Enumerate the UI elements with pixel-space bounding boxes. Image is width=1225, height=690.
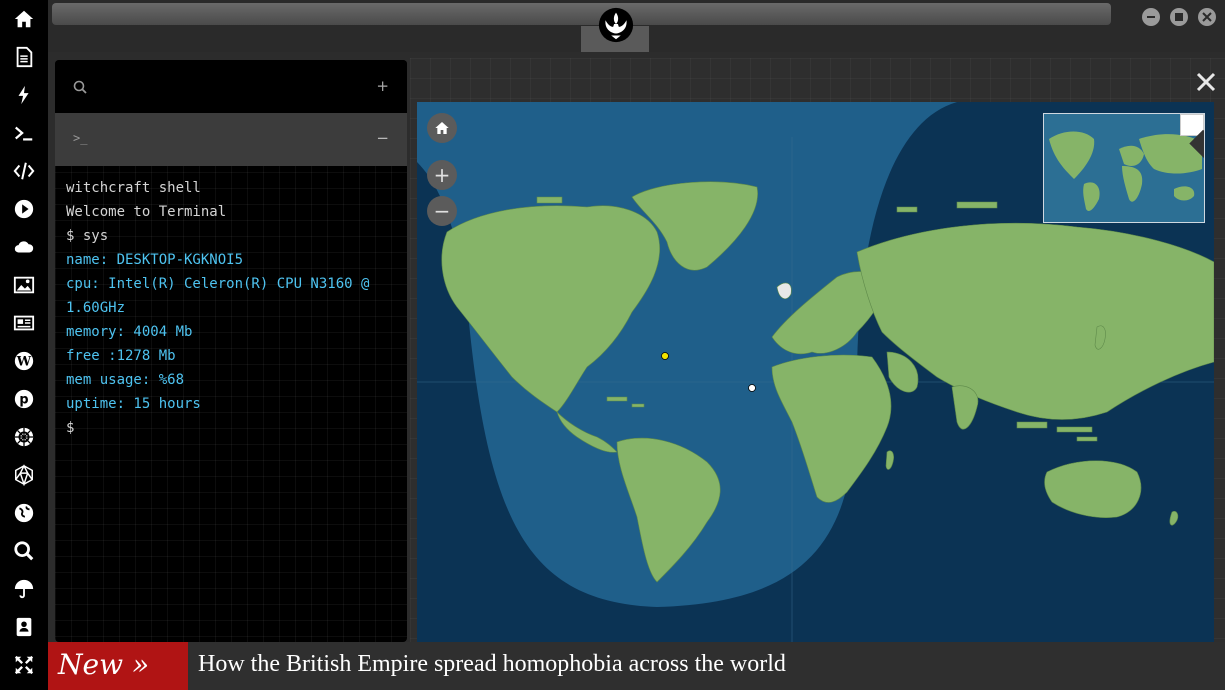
dock-item-home[interactable] [0, 0, 48, 38]
logo-tab[interactable] [581, 0, 649, 52]
expand-icon [14, 655, 34, 675]
close-icon [1202, 12, 1212, 22]
zoom-out-button[interactable]: − [427, 196, 457, 226]
terminal-icon [15, 126, 33, 141]
maximize-button[interactable] [1170, 8, 1188, 26]
terminal-line: $ sys [66, 228, 109, 244]
terminal-line: free :1278 Mb [66, 348, 176, 364]
dock-item-play[interactable] [0, 190, 48, 228]
pinterest-icon: p [14, 389, 34, 409]
dock-item-wordpress[interactable]: W [0, 342, 48, 380]
dock-item-cloud[interactable] [0, 228, 48, 266]
terminal-line: cpu: Intel(R) Celeron(R) CPU N3160 @ 1.6… [66, 276, 378, 316]
search-icon [14, 541, 34, 561]
dock-item-code[interactable] [0, 152, 48, 190]
map-home-button[interactable] [427, 113, 457, 143]
prompt-icon: >_ [73, 131, 88, 145]
svg-text:p: p [19, 393, 28, 408]
cloud-icon [14, 241, 34, 253]
play-icon [14, 199, 34, 219]
terminal-line: Welcome to Terminal [66, 204, 227, 220]
dock-item-newspaper[interactable] [0, 304, 48, 342]
dock-item-umbrella[interactable] [0, 570, 48, 608]
dock-item-bolt[interactable] [0, 76, 48, 114]
dock-item-document[interactable] [0, 38, 48, 76]
left-dock: W p [0, 0, 48, 690]
terminal-line: mem usage: %68 [66, 372, 185, 388]
minimize-button[interactable] [1142, 8, 1160, 26]
close-window-button[interactable] [1198, 8, 1216, 26]
ticker-label: New » [48, 642, 188, 690]
home-icon [435, 122, 449, 134]
terminal-panel: + >_ − witchcraft shell Welcome to Termi… [55, 60, 407, 642]
terminal-line: memory: 4004 Mb [66, 324, 193, 340]
dock-item-terminal[interactable] [0, 114, 48, 152]
terminal-line: witchcraft shell [66, 180, 201, 196]
zoom-in-button[interactable]: + [427, 160, 457, 190]
dock-item-contacts[interactable] [0, 608, 48, 646]
terminal-output[interactable]: witchcraft shell Welcome to Terminal $ s… [66, 176, 396, 440]
chevron-down-icon [1189, 129, 1204, 159]
dock-item-empire[interactable] [0, 418, 48, 456]
document-icon [16, 46, 33, 68]
close-icon[interactable] [1195, 71, 1217, 93]
dock-item-expand[interactable] [0, 646, 48, 684]
terminal-tab[interactable]: >_ − [55, 113, 407, 166]
terminal-line: name: DESKTOP-KGKNOI5 [66, 252, 244, 268]
world-map[interactable]: + − [417, 102, 1214, 642]
terminal-line: uptime: 15 hours [66, 396, 201, 412]
location-marker [661, 352, 669, 360]
galactic-empire-icon [14, 427, 34, 447]
bolt-icon [18, 85, 29, 105]
dock-item-pinterest[interactable]: p [0, 380, 48, 418]
contact-card-icon [16, 617, 32, 637]
svg-text:W: W [16, 355, 32, 370]
news-ticker[interactable]: New » How the British Empire spread homo… [48, 642, 1225, 690]
search-icon[interactable] [73, 80, 87, 94]
ticker-headline[interactable]: How the British Empire spread homophobia… [198, 651, 786, 678]
newspaper-icon [13, 315, 35, 331]
add-terminal-button[interactable]: + [376, 77, 389, 95]
globe-icon [14, 503, 34, 523]
umbrella-icon [14, 579, 34, 599]
dock-item-search[interactable] [0, 532, 48, 570]
title-bar [48, 0, 1225, 52]
terminal-prompt: $ [66, 420, 75, 436]
location-marker [748, 384, 756, 392]
dock-item-globe[interactable] [0, 494, 48, 532]
code-icon [13, 162, 35, 180]
terminal-search-bar[interactable]: + [55, 60, 407, 113]
dock-item-geodesic[interactable] [0, 456, 48, 494]
overview-toggle-button[interactable] [1180, 114, 1204, 159]
image-icon [13, 276, 35, 294]
geodesic-icon [15, 464, 33, 486]
dock-item-image[interactable] [0, 266, 48, 304]
desktop-app: W p + >_ − witchcraft shell Welcome to T… [0, 0, 1225, 690]
wordpress-icon: W [14, 351, 34, 371]
overview-map[interactable] [1043, 113, 1205, 223]
collapse-terminal-button[interactable]: − [376, 129, 389, 147]
home-icon [14, 10, 34, 28]
rebel-alliance-logo [598, 7, 634, 43]
